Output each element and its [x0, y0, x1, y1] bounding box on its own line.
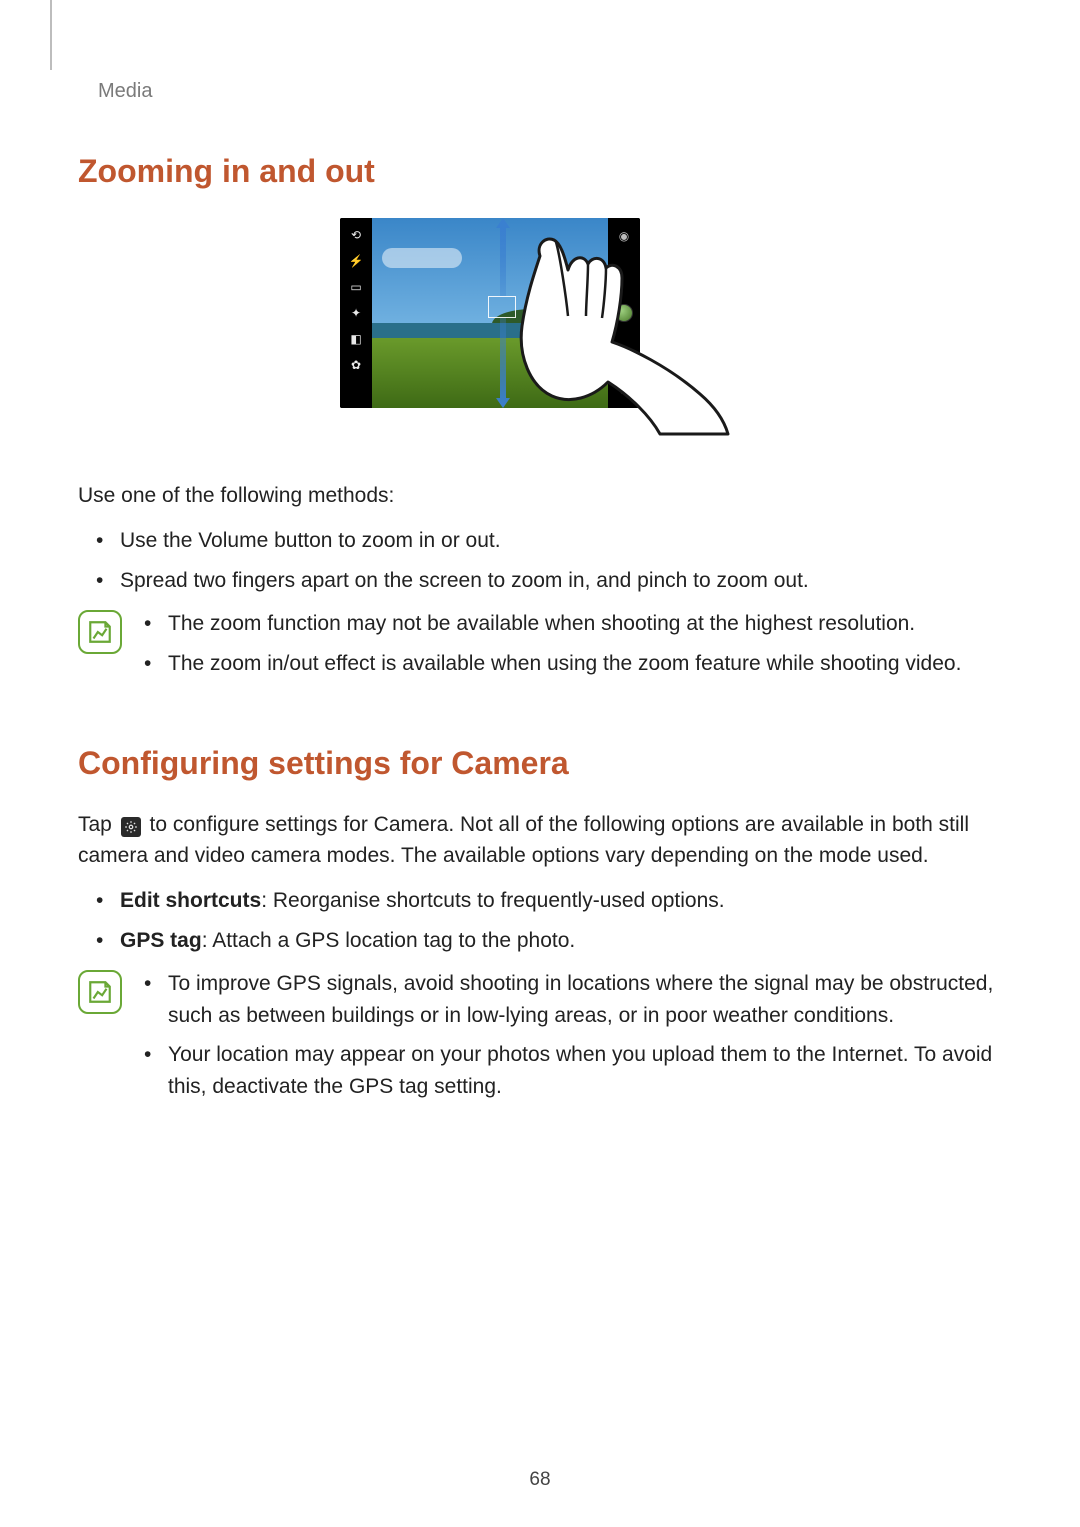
- settings-gear-icon: ✿: [349, 358, 363, 372]
- camera-left-toolbar: ⟲ ⚡ ▭ ✦ ◧ ✿: [340, 218, 372, 408]
- effects-icon: ✦: [349, 306, 363, 320]
- list-item: Your location may appear on your photos …: [164, 1039, 1002, 1102]
- list-item: The zoom function may not be available w…: [164, 608, 1002, 640]
- header-rule: [50, 0, 52, 70]
- bullet-label: Edit shortcuts: [120, 889, 261, 912]
- intro-text-1: Use one of the following methods:: [78, 481, 1002, 511]
- note-icon: [78, 610, 122, 654]
- note-bullet-list-1: The zoom function may not be available w…: [140, 608, 1002, 687]
- heading-configuring: Configuring settings for Camera: [78, 745, 1002, 782]
- figure-inner: ⟲ ⚡ ▭ ✦ ◧ ✿ ◉ ■: [340, 218, 740, 443]
- heading-zooming: Zooming in and out: [78, 153, 1002, 190]
- list-item: Spread two fingers apart on the screen t…: [116, 565, 1002, 597]
- list-item: GPS tag: Attach a GPS location tag to th…: [116, 925, 1002, 957]
- bullet-label: GPS tag: [120, 929, 202, 952]
- cloud: [382, 248, 462, 268]
- note-bullet-list-2: To improve GPS signals, avoid shooting i…: [140, 968, 1002, 1110]
- list-item: Use the Volume button to zoom in or out.: [116, 525, 1002, 557]
- settings-gear-icon: [121, 817, 141, 837]
- bullet-text: : Attach a GPS location tag to the photo…: [202, 929, 576, 952]
- figure-pinch-zoom: ⟲ ⚡ ▭ ✦ ◧ ✿ ◉ ■: [78, 218, 1002, 443]
- share-icon: ◧: [349, 332, 363, 346]
- bullet-list-1: Use the Volume button to zoom in or out.…: [78, 525, 1002, 596]
- list-item: To improve GPS signals, avoid shooting i…: [164, 968, 1002, 1031]
- bullet-text: : Reorganise shortcuts to frequently-use…: [261, 889, 724, 912]
- intro-post: to configure settings for Camera. Not al…: [78, 813, 969, 866]
- list-item: The zoom in/out effect is available when…: [164, 648, 1002, 680]
- hand-gesture-icon: [500, 226, 730, 436]
- intro-pre: Tap: [78, 813, 118, 836]
- list-item: Edit shortcuts: Reorganise shortcuts to …: [116, 885, 1002, 917]
- note-icon: [78, 970, 122, 1014]
- switch-camera-icon: ⟲: [349, 228, 363, 242]
- breadcrumb: Media: [98, 80, 1002, 103]
- note-block-1: The zoom function may not be available w…: [78, 608, 1002, 687]
- intro-text-2: Tap to configure settings for Camera. No…: [78, 810, 1002, 871]
- mode-icon: ▭: [349, 280, 363, 294]
- page: Media Zooming in and out ⟲ ⚡ ▭ ✦ ◧ ✿: [0, 0, 1080, 1527]
- bullet-list-2: Edit shortcuts: Reorganise shortcuts to …: [78, 885, 1002, 956]
- note-block-2: To improve GPS signals, avoid shooting i…: [78, 968, 1002, 1110]
- flash-off-icon: ⚡: [349, 254, 363, 268]
- page-number: 68: [0, 1469, 1080, 1491]
